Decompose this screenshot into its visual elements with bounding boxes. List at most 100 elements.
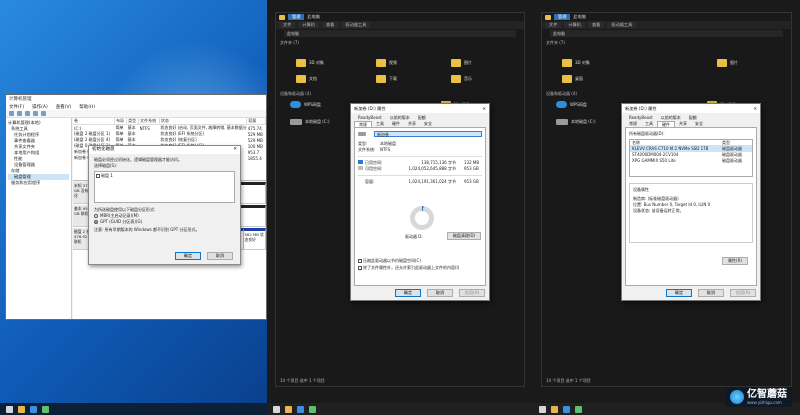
forward-icon[interactable] <box>17 111 22 116</box>
free-bytes: 1,024,052,645,888 字节 <box>408 166 456 171</box>
gpt-radio[interactable] <box>94 220 98 224</box>
menu-action[interactable]: 操作(A) <box>32 104 48 110</box>
ok-button[interactable]: 确定 <box>175 252 201 260</box>
ribbon-computer[interactable]: 计算机 <box>298 22 319 28</box>
devices-section-header[interactable]: 设备和驱动器 (4) <box>542 89 581 96</box>
folder-item[interactable]: 下载 <box>376 75 397 83</box>
browser-icon[interactable] <box>30 405 37 413</box>
close-icon[interactable]: ✕ <box>753 104 757 113</box>
ribbon-drive-tools[interactable]: 驱动器工具 <box>341 22 371 28</box>
folders-section-header[interactable]: 文件夹 (7) <box>276 38 524 45</box>
ribbon-computer[interactable]: 计算机 <box>564 22 585 28</box>
drive-row[interactable]: XPG GAMMIX S50 Lite 磁盘驱动器 <box>630 158 752 164</box>
col-name[interactable]: 名称 <box>632 140 722 145</box>
folder-item[interactable]: 图片 <box>451 59 472 67</box>
tree-item-services[interactable]: 服务和应用程序 <box>8 180 69 186</box>
folder-item[interactable]: 视频 <box>376 59 397 67</box>
device-item[interactable]: WPS网盘 <box>290 101 321 108</box>
ribbon-view[interactable]: 查看 <box>321 22 339 28</box>
file-explorer-icon[interactable] <box>551 405 558 413</box>
index-option[interactable]: ✓除了文件属性外，还允许索引此驱动器上文件的内容(I) <box>358 265 459 272</box>
device-label: 本地磁盘 (C:) <box>571 119 596 124</box>
desktop-panel-2: 管理 此电脑 文件 计算机 查看 驱动器工具 此电脑 文件夹 (7) 3D 对象… <box>267 0 533 415</box>
index-checkbox[interactable]: ✓ <box>358 266 362 272</box>
back-icon[interactable] <box>9 111 14 116</box>
tab-manage[interactable]: 管理 <box>288 14 305 20</box>
app-icon[interactable] <box>42 405 49 413</box>
volume-name-input[interactable]: 新加卷 <box>374 131 482 137</box>
folder-label: 视频 <box>389 60 397 65</box>
apply-button[interactable]: 应用(A) <box>459 289 485 297</box>
device-item[interactable]: WPS网盘 <box>556 101 587 108</box>
drive-icon <box>290 119 302 125</box>
close-icon[interactable]: ✕ <box>482 104 486 113</box>
cloud-icon <box>556 101 567 108</box>
fs-value: NTFS <box>380 147 391 152</box>
menu-file[interactable]: 文件(F) <box>9 104 24 110</box>
browser-icon[interactable] <box>563 405 570 413</box>
up-icon[interactable] <box>25 111 30 116</box>
folder-item[interactable]: 音乐 <box>451 75 472 83</box>
disk-checkbox[interactable] <box>96 174 100 178</box>
address-bar[interactable]: 此电脑 <box>284 30 516 37</box>
start-icon[interactable] <box>539 405 546 413</box>
disk-item-label[interactable]: 磁盘 1 <box>101 173 113 178</box>
ok-button[interactable]: 确定 <box>666 289 692 297</box>
folder-item[interactable]: 文档 <box>296 75 317 83</box>
menu-view[interactable]: 查看(V) <box>56 104 72 110</box>
mbr-radio[interactable] <box>94 214 98 218</box>
cancel-button[interactable]: 取消 <box>698 289 724 297</box>
device-item[interactable]: 本地磁盘 (C:) <box>290 119 330 125</box>
folder-label: 音乐 <box>464 76 472 81</box>
free-size: 953 GB <box>464 166 479 171</box>
disk-drives-label: 所有磁盘驱动器(D): <box>629 131 665 136</box>
browser-icon[interactable] <box>297 405 304 413</box>
menu-help[interactable]: 帮助(H) <box>79 104 95 110</box>
ribbon-view[interactable]: 查看 <box>587 22 605 28</box>
cancel-button[interactable]: 取消 <box>427 289 453 297</box>
file-explorer-icon[interactable] <box>285 405 292 413</box>
device-properties-group: 设备属性 制造商: (标准磁盘驱动器) 位置: Bus Number 0, Ta… <box>629 183 753 265</box>
apply-button[interactable]: 应用(A) <box>730 289 756 297</box>
file-explorer-icon[interactable] <box>18 405 25 413</box>
ribbon-file[interactable]: 文件 <box>279 22 296 28</box>
app-icon[interactable] <box>575 405 582 413</box>
dialog-title: 初始化磁盘 <box>92 147 115 152</box>
start-icon[interactable] <box>273 405 280 413</box>
compress-checkbox[interactable] <box>358 259 362 263</box>
explorer-titlebar: 管理 此电脑 <box>542 13 791 21</box>
address-bar[interactable]: 此电脑 <box>550 30 783 37</box>
folders-section-header[interactable]: 文件夹 (7) <box>542 38 791 45</box>
gpt-option[interactable]: GPT (GUID 分区表)(G) <box>94 219 235 225</box>
folder-item[interactable]: 桌面 <box>562 75 583 83</box>
start-icon[interactable] <box>6 405 13 413</box>
folder-item[interactable]: 3D 对象 <box>296 59 324 67</box>
free-row: 可用空间: 1,024,052,645,888 字节 953 GB <box>358 166 482 172</box>
cancel-button[interactable]: 取消 <box>207 252 233 260</box>
drive-rows: KLEVV CRAS C710 M.2 NVMe SSD 1TB 磁盘驱动器 ST4… <box>630 146 752 164</box>
status-bar: 14 个项目 选中 1 个项目 <box>546 378 591 383</box>
watermark-brand: 亿智蘑菇 <box>747 388 787 400</box>
help-icon[interactable] <box>41 111 46 116</box>
folder-item[interactable]: 3D 对象 <box>562 59 590 67</box>
disk-cleanup-button[interactable]: 磁盘清理(D) <box>447 232 481 240</box>
properties-button[interactable]: 属性(R) <box>722 257 748 265</box>
dialog-body: 磁盘必须经过初始化，逻辑磁盘管理器才能访问。 选择磁盘(S): 磁盘 1 为所选… <box>89 154 240 236</box>
compress-option[interactable]: 压缩此驱动器以节约磁盘空间(C) <box>358 258 421 264</box>
drive-type: 磁盘驱动器 <box>722 158 742 163</box>
folder-icon <box>451 75 461 83</box>
col-type[interactable]: 类型 <box>722 140 752 145</box>
folder-item[interactable]: 图片 <box>717 59 738 67</box>
app-icon[interactable] <box>309 405 316 413</box>
partition-block[interactable]: 582 MB 状态良好 <box>243 228 266 249</box>
devices-section-header[interactable]: 设备和驱动器 (4) <box>276 89 315 96</box>
device-item[interactable]: 本地磁盘 (C:) <box>556 119 596 125</box>
tab-row-1: ReadyBoost 以前的版本 配额 <box>351 113 489 121</box>
ok-button[interactable]: 确定 <box>395 289 421 297</box>
drive-icon <box>556 119 568 125</box>
close-icon[interactable]: ✕ <box>233 146 237 154</box>
ribbon-drive-tools[interactable]: 驱动器工具 <box>607 22 637 28</box>
tab-manage[interactable]: 管理 <box>554 14 571 20</box>
properties-icon[interactable] <box>33 111 38 116</box>
ribbon-file[interactable]: 文件 <box>545 22 562 28</box>
